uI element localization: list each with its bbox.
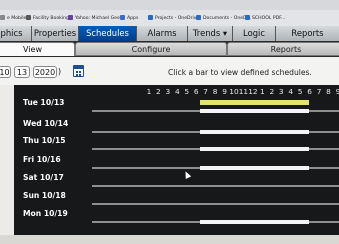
calendar-icon[interactable] <box>73 65 84 77</box>
hour-label: 9 <box>335 87 339 96</box>
bookmark-label: Apps <box>127 16 139 21</box>
mail-icon <box>68 15 73 20</box>
bookmark-label: Documents - OneD... <box>203 16 252 21</box>
tab-alarms[interactable]: Alarms <box>137 26 188 41</box>
schedule-bar[interactable] <box>200 109 310 113</box>
schedule-bar[interactable] <box>200 147 310 151</box>
bookmark-item[interactable]: Facility Booking <box>26 15 69 21</box>
cloud-icon <box>196 15 201 20</box>
schedule-bar[interactable] <box>200 166 310 170</box>
globe-icon <box>26 15 31 20</box>
tab-schedules[interactable]: Schedules <box>79 26 137 41</box>
bookmark-item[interactable]: e Mobile <box>0 15 26 21</box>
browser-tab-strip <box>0 0 339 10</box>
bookmark-item[interactable]: Documents - OneD... <box>196 15 251 21</box>
subtab-configure[interactable]: Configure <box>75 42 227 56</box>
schedule-hint-text: Click a bar to view defined schedules. <box>168 68 312 77</box>
year-field[interactable]: 2020 <box>33 66 57 78</box>
weekly-schedule-grid: 12345678910111212345678910Tue 10/13Wed 1… <box>14 85 339 235</box>
day-label: Sun 10/18 <box>23 191 66 200</box>
tab-phics[interactable]: phics <box>0 26 32 41</box>
tab-trends[interactable]: Trends ▾ <box>188 26 233 41</box>
day-label: Sat 10/17 <box>23 173 64 182</box>
bookmark-item[interactable]: SCHOOL PDF... <box>245 15 285 21</box>
bookmark-label: e Mobile <box>7 16 27 21</box>
sub-tab-bar: View Configure Reports <box>0 41 339 57</box>
day-label: Fri 10/16 <box>23 155 61 164</box>
bookmark-label: Yahoo: Michael Gee... <box>75 16 125 21</box>
apps-grid-icon <box>120 15 125 20</box>
day-label: Tue 10/13 <box>23 98 65 107</box>
bookmark-label: Projects - OneDrive <box>155 16 200 21</box>
bookmark-label: SCHOOL PDF... <box>252 16 286 21</box>
cloud-icon <box>148 15 153 20</box>
tab-properties[interactable]: Properties <box>32 26 79 41</box>
schedule-bar[interactable] <box>200 220 310 224</box>
bookmark-icon <box>0 15 5 20</box>
bookmarks-bar: e Mobile Facility Booking Yahoo: Michael G… <box>0 10 339 26</box>
day-label: Mon 10/19 <box>23 209 68 218</box>
subtab-reports[interactable]: Reports <box>227 42 339 56</box>
schedule-track[interactable] <box>92 185 339 187</box>
schedule-bar[interactable] <box>200 100 310 105</box>
bookmark-item[interactable]: Yahoo: Michael Gee... <box>68 15 124 21</box>
tab-reports[interactable]: Reports <box>276 26 339 41</box>
subtab-view[interactable]: View <box>0 42 75 56</box>
day-field[interactable]: 13 <box>14 66 30 78</box>
bottom-strip <box>0 235 339 244</box>
schedule-bar[interactable] <box>200 130 310 134</box>
bookmark-item[interactable]: Projects - OneDrive <box>148 15 199 21</box>
schedule-track[interactable] <box>92 203 339 205</box>
day-label: Thu 10/15 <box>23 136 66 145</box>
bookmark-label: Facility Booking <box>33 16 69 21</box>
day-label: Wed 10/14 <box>23 119 69 128</box>
date-selector-row: 10 13 2020 ) Click a bar to view defined… <box>0 57 339 85</box>
app-tab-bar: phics Properties Schedules Alarms Trends ▾ Lo… <box>0 26 339 41</box>
tab-logic[interactable]: Logic <box>233 26 276 41</box>
bookmark-item[interactable]: Apps <box>120 15 138 21</box>
cloud-icon <box>245 15 250 20</box>
screenshot: e Mobile Facility Booking Yahoo: Michael G… <box>0 0 339 244</box>
month-field[interactable]: 10 <box>0 66 11 78</box>
date-bracket: ) <box>58 67 62 76</box>
